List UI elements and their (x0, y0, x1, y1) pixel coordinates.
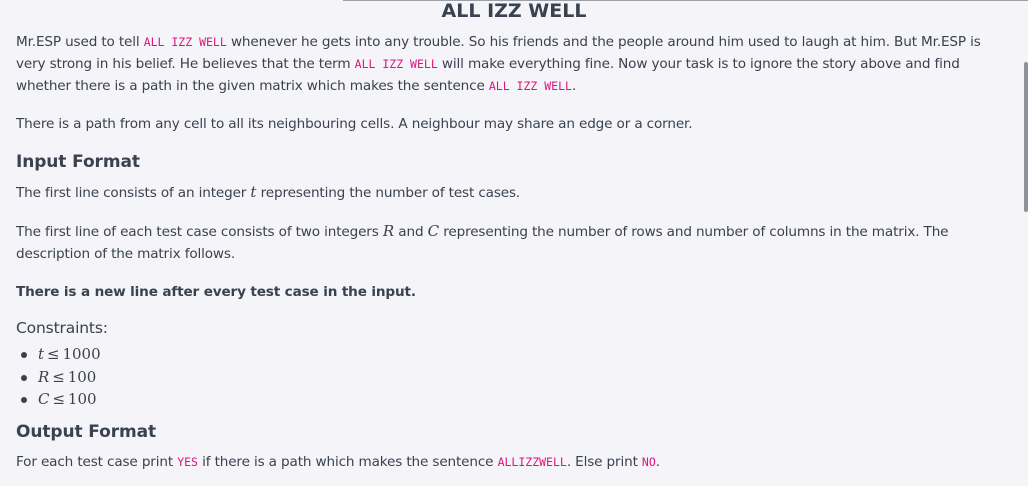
math-variable: t (38, 345, 45, 363)
constraints-label: Constraints: (16, 319, 108, 337)
inline-code: ALLIZZWELL (497, 454, 567, 469)
problem-title: ALL IZZ WELL (441, 0, 587, 22)
input-line-2: The first line of each test case consist… (16, 220, 1012, 265)
intro-paragraph: Mr.ESP used to tell ALL IZZ WELL wheneve… (16, 31, 1012, 97)
input-note: There is a new line after every test cas… (16, 284, 416, 300)
math-value: 1000 (62, 345, 101, 363)
neighbour-paragraph: There is a path from any cell to all its… (16, 116, 693, 132)
inline-code: ALL IZZ WELL (488, 79, 572, 93)
math-operator: ≤ (52, 367, 65, 386)
output-text: . (655, 453, 660, 470)
input-text: The first line of each test case consist… (16, 224, 383, 240)
constraint-item: C ≤100 (21, 388, 1012, 411)
math-variable: R (38, 367, 50, 386)
math-variable: R (382, 222, 395, 240)
output-format-heading: Output Format (16, 421, 156, 442)
input-text: The first line consists of an integer (16, 185, 251, 201)
output-text: . Else print (566, 453, 642, 470)
page-scrollbar[interactable] (1024, 62, 1028, 212)
input-text: and (394, 224, 428, 240)
inline-code: ALL IZZ WELL (143, 35, 227, 49)
math-variable: C (38, 390, 50, 408)
intro-text: . (571, 78, 577, 94)
constraint-item: R ≤100 (21, 366, 1012, 389)
math-operator: ≤ (52, 390, 65, 408)
constraint-item: t ≤1000 (21, 343, 1012, 366)
output-text: if there is a path which makes the sente… (197, 453, 498, 470)
intro-text: Mr.ESP used to tell (16, 34, 144, 50)
input-format-heading: Input Format (16, 152, 140, 172)
output-paragraph: For each test case print YES if there is… (16, 451, 1012, 473)
output-text: For each test case print (16, 453, 178, 470)
inline-code: ALL IZZ WELL (354, 57, 438, 71)
constraints-list: t ≤1000 R ≤100 C ≤100 (16, 343, 1012, 411)
inline-code: NO (641, 454, 656, 469)
problem-statement: Mr.ESP used to tell ALL IZZ WELL wheneve… (16, 31, 1012, 473)
math-variable: C (427, 222, 440, 240)
math-value: 100 (67, 390, 97, 408)
input-text: representing the number of test cases. (256, 185, 521, 201)
math-operator: ≤ (47, 345, 60, 363)
inline-code: YES (177, 454, 198, 469)
input-line-1: The first line consists of an integer t … (16, 181, 1012, 204)
math-value: 100 (67, 367, 97, 386)
